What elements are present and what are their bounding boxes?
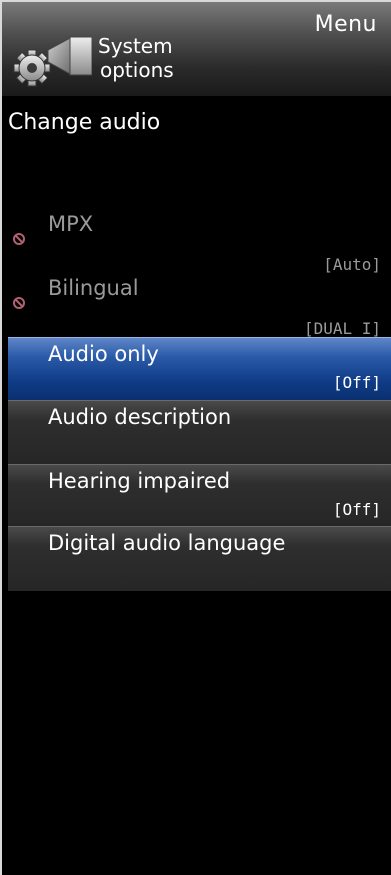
tv-menu-screen: Menu System options Change audio MPX [Au… xyxy=(2,2,391,875)
menu-item-digital-audio-language[interactable]: Digital audio language xyxy=(8,526,391,591)
menu-label: Menu xyxy=(314,12,377,37)
section-title-line1: System xyxy=(98,34,173,58)
menu-item-label: Hearing impaired xyxy=(48,469,231,493)
menu-item-label: Audio description xyxy=(48,405,232,429)
section-title-line2: options xyxy=(100,58,174,82)
menu-item-mpx[interactable]: MPX [Auto] xyxy=(8,208,391,274)
menu-item-hearing-impaired[interactable]: Hearing impaired [Off] xyxy=(8,464,391,527)
menu-item-value: [DUAL I] xyxy=(303,319,381,338)
menu-item-label: Bilingual xyxy=(48,276,139,300)
menu-header: Menu System options xyxy=(2,2,391,96)
menu-item-label: MPX xyxy=(48,212,94,236)
menu-item-label: Digital audio language xyxy=(48,531,286,555)
disabled-icon xyxy=(13,297,25,309)
menu-item-audio-description[interactable]: Audio description xyxy=(8,400,391,465)
gear-camera-icon xyxy=(13,36,92,87)
menu-item-value: [Off] xyxy=(332,373,381,392)
page-title: Change audio xyxy=(8,110,161,135)
menu-item-label: Audio only xyxy=(48,342,159,366)
menu-item-bilingual[interactable]: Bilingual [DUAL I] xyxy=(8,272,391,338)
menu-item-audio-only[interactable]: Audio only [Off] xyxy=(8,337,391,401)
section-title: System options xyxy=(98,34,174,82)
disabled-icon xyxy=(13,233,25,245)
menu-item-value: [Off] xyxy=(332,500,381,519)
